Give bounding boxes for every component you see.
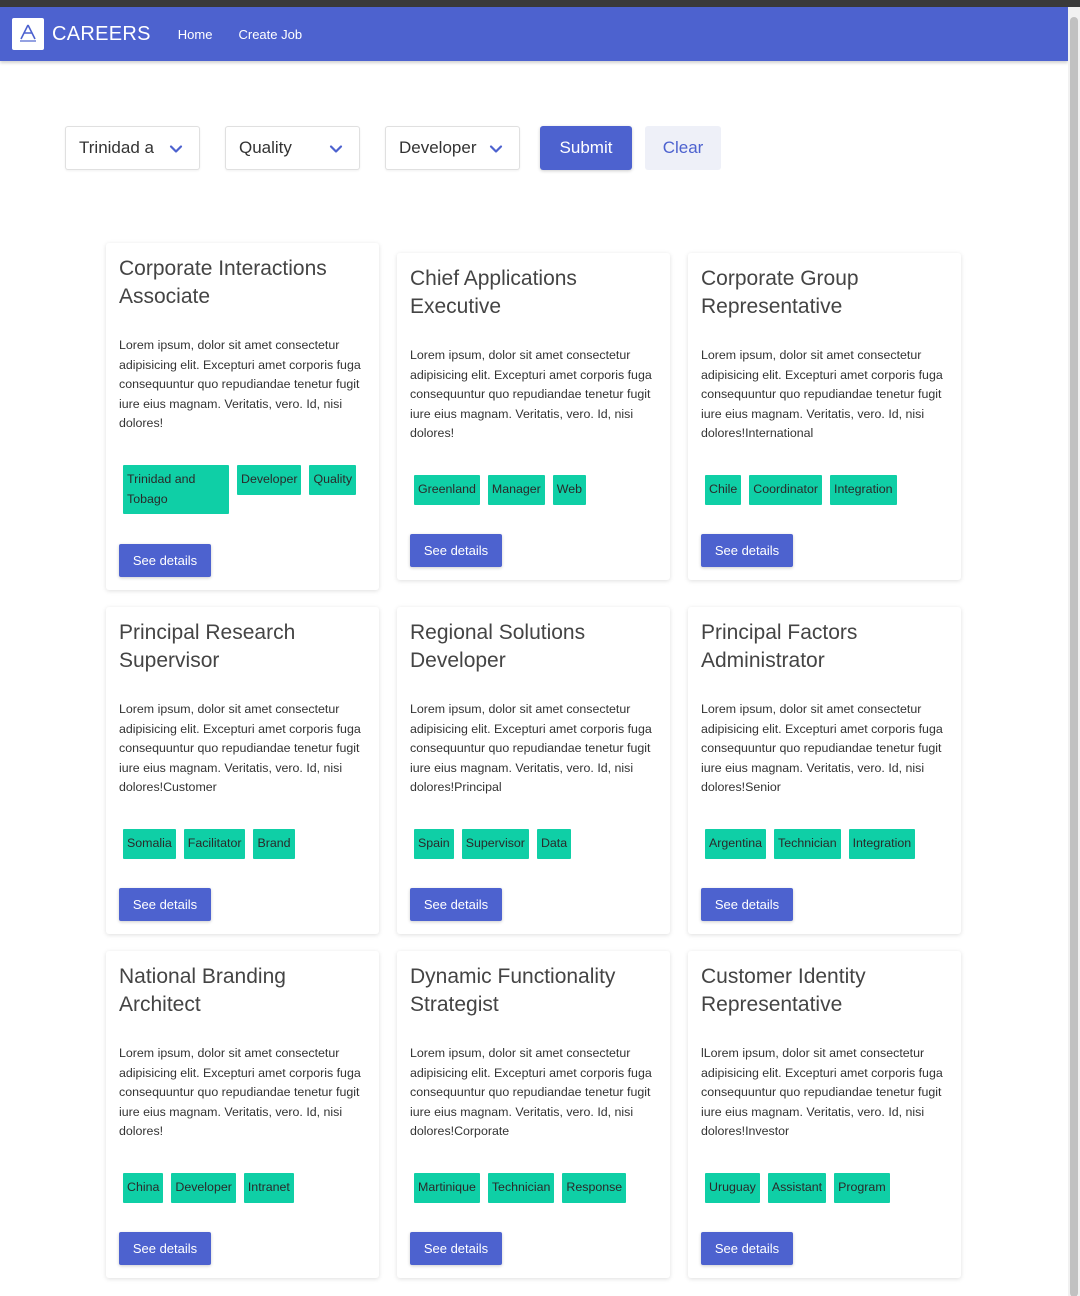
see-details-button[interactable]: See details: [701, 1232, 793, 1265]
see-details-button[interactable]: See details: [701, 534, 793, 567]
location-select[interactable]: Trinidad a: [65, 126, 200, 170]
tag-role: Manager: [487, 475, 545, 505]
job-description: Lorem ipsum, dolor sit amet consectetur …: [119, 1046, 361, 1138]
role-select-value: Developer: [399, 138, 477, 157]
job-title: Principal Factors Administrator: [701, 621, 858, 672]
job-title: Customer Identity Representative: [701, 965, 866, 1016]
role-select[interactable]: Developer: [385, 126, 520, 170]
job-tags: Argentina Technician Integration: [705, 829, 955, 859]
tag-location: Somalia: [123, 829, 176, 859]
see-details-button[interactable]: See details: [119, 888, 211, 921]
tag-location: Chile: [705, 475, 742, 505]
job-description: Lorem ipsum, dolor sit amet consectetur …: [410, 348, 652, 440]
job-tags: Spain Supervisor Data: [414, 829, 664, 859]
job-card: National Branding Architect Lorem ipsum,…: [106, 951, 379, 1278]
department-select-value: Quality: [239, 138, 292, 157]
job-description: Lorem ipsum, dolor sit amet consectetur …: [410, 1046, 652, 1138]
job-description: Lorem ipsum, dolor sit amet consectetur …: [701, 702, 943, 794]
tag-role: Developer: [237, 465, 302, 495]
job-title: Dynamic Functionality Strategist: [410, 965, 616, 1016]
tag-role: Assistant: [767, 1173, 827, 1203]
tag-role: Coordinator: [749, 475, 822, 505]
brand-name[interactable]: CAREERS: [52, 23, 151, 46]
tag-role: Technician: [774, 829, 841, 859]
job-description: Lorem ipsum, dolor sit amet consectetur …: [119, 702, 361, 794]
job-title: Regional Solutions Developer: [410, 621, 586, 672]
job-card: Principal Research Supervisor Lorem ipsu…: [106, 607, 379, 934]
see-details-button[interactable]: See details: [119, 544, 211, 577]
job-tags: Trinidad and Tobago Developer Quality: [123, 465, 373, 514]
nav-link-create-job[interactable]: Create Job: [238, 27, 302, 42]
tag-department: Integration: [848, 829, 916, 859]
see-details-button[interactable]: See details: [410, 1232, 502, 1265]
job-title: Corporate Interactions Associate: [119, 257, 327, 308]
chevron-down-icon: [169, 145, 183, 153]
job-card: Principal Factors Administrator Lorem ip…: [688, 607, 961, 934]
job-description: lLorem ipsum, dolor sit amet consectetur…: [701, 1046, 943, 1138]
brand-logo-icon[interactable]: [12, 18, 44, 50]
job-title: Principal Research Supervisor: [119, 621, 296, 672]
job-tags: Martinique Technician Response: [414, 1173, 664, 1203]
tag-department: Quality: [309, 465, 357, 495]
tag-role: Developer: [171, 1173, 236, 1203]
see-details-button[interactable]: See details: [410, 888, 502, 921]
tag-department: Program: [834, 1173, 890, 1203]
job-description: Lorem ipsum, dolor sit amet consectetur …: [119, 338, 361, 430]
job-tags: China Developer Intranet: [123, 1173, 373, 1203]
navbar: CAREERS Home Create Job: [0, 7, 1068, 61]
job-card: Dynamic Functionality Strategist Lorem i…: [397, 951, 670, 1278]
scrollbar-thumb[interactable]: [1070, 17, 1078, 1296]
scrollbar[interactable]: [1068, 7, 1080, 1296]
job-title: Chief Applications Executive: [410, 267, 577, 318]
see-details-button[interactable]: See details: [410, 534, 502, 567]
see-details-button[interactable]: See details: [701, 888, 793, 921]
tag-location: Argentina: [705, 829, 767, 859]
job-card: Corporate Group Representative Lorem ips…: [688, 253, 961, 580]
job-card: Customer Identity Representative lLorem …: [688, 951, 961, 1278]
location-select-value: Trinidad a: [79, 138, 154, 157]
chevron-down-icon: [489, 145, 503, 153]
tag-location: Spain: [414, 829, 454, 859]
tag-location: Martinique: [414, 1173, 480, 1203]
job-card: Corporate Interactions Associate Lorem i…: [106, 243, 379, 590]
job-tags: Somalia Facilitator Brand: [123, 829, 373, 859]
tag-department: Brand: [253, 829, 295, 859]
tag-role: Technician: [487, 1173, 555, 1203]
tag-role: Supervisor: [461, 829, 529, 859]
submit-button[interactable]: Submit: [540, 126, 632, 170]
job-card: Regional Solutions Developer Lorem ipsum…: [397, 607, 670, 934]
chevron-down-icon: [329, 145, 343, 153]
see-details-button[interactable]: See details: [119, 1232, 211, 1265]
job-tags: Greenland Manager Web: [414, 475, 664, 505]
job-description: Lorem ipsum, dolor sit amet consectetur …: [410, 702, 652, 794]
tag-location: Uruguay: [705, 1173, 760, 1203]
tag-role: Facilitator: [183, 829, 246, 859]
tag-location: Trinidad and Tobago: [123, 465, 229, 514]
tag-department: Response: [562, 1173, 627, 1203]
job-title: Corporate Group Representative: [701, 267, 859, 318]
window-top-strip: [0, 0, 1080, 7]
job-title: National Branding Architect: [119, 965, 286, 1016]
tag-location: China: [123, 1173, 164, 1203]
job-description: Lorem ipsum, dolor sit amet consectetur …: [701, 348, 943, 440]
tag-department: Web: [552, 475, 587, 505]
job-card: Chief Applications Executive Lorem ipsum…: [397, 253, 670, 580]
nav-link-home[interactable]: Home: [178, 27, 213, 42]
clear-button[interactable]: Clear: [645, 126, 721, 170]
job-tags: Uruguay Assistant Program: [705, 1173, 955, 1203]
tag-department: Intranet: [243, 1173, 294, 1203]
tag-location: Greenland: [414, 475, 480, 505]
tag-department: Data: [536, 829, 572, 859]
job-tags: Chile Coordinator Integration: [705, 475, 955, 505]
tag-department: Integration: [830, 475, 897, 505]
department-select[interactable]: Quality: [225, 126, 360, 170]
